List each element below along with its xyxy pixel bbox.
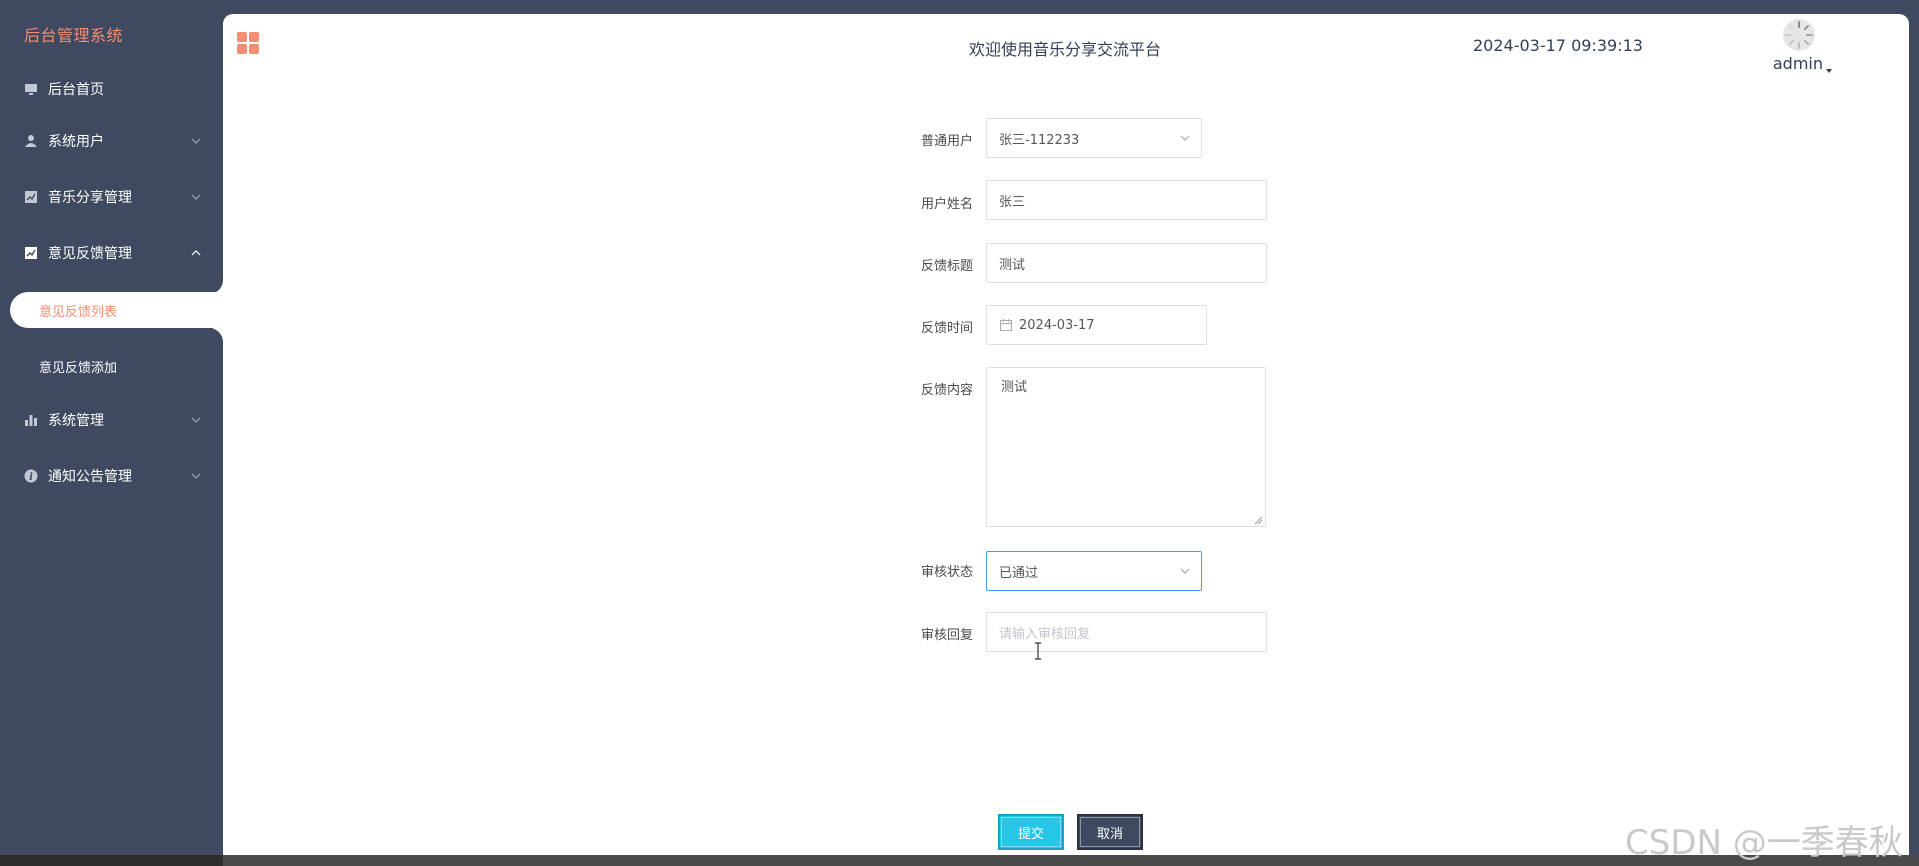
content-textarea-value: 测试 (1001, 380, 1028, 395)
sidebar-item-feedback[interactable]: 意见反馈管理 (0, 233, 223, 273)
date-picker-value: 2024-03-17 (1019, 317, 1095, 333)
avatar (1782, 18, 1816, 52)
text-cursor-icon (1033, 642, 1043, 660)
chart-icon (23, 189, 39, 205)
sidebar-item-label: 音乐分享管理 (48, 190, 132, 206)
sidebar-item-label: 系统用户 (48, 134, 104, 150)
sidebar-item-music-share[interactable]: 音乐分享管理 (0, 177, 223, 217)
chevron-down-icon (189, 413, 203, 427)
cancel-button[interactable]: 取消 (1077, 814, 1143, 850)
menu-grid-icon[interactable] (237, 32, 259, 54)
submenu-item-feedback-add[interactable]: 意见反馈添加 (0, 348, 223, 384)
chevron-down-icon (1179, 565, 1191, 577)
user-select-value: 张三-112233 (999, 132, 1080, 148)
content-textarea[interactable]: 测试 (986, 367, 1266, 527)
submenu-item-feedback-list[interactable]: 意见反馈列表 (10, 292, 223, 328)
reply-input-placeholder: 请输入审核回复 (999, 626, 1091, 642)
sidebar-item-system-users[interactable]: 系统用户 (0, 121, 223, 161)
header-datetime: 2024-03-17 09:39:13 (1473, 36, 1643, 55)
submenu-item-label: 意见反馈添加 (39, 360, 118, 376)
title-label: 反馈标题 (920, 259, 973, 274)
reply-label: 审核回复 (920, 628, 973, 643)
watermark: CSDN @一季春秋 (1625, 823, 1903, 863)
active-notch-bottom (203, 328, 223, 344)
name-input[interactable]: 张三 (986, 180, 1267, 220)
sidebar-item-label: 系统管理 (48, 413, 104, 429)
sidebar-item-label: 后台首页 (48, 82, 104, 98)
name-label: 用户姓名 (920, 197, 973, 212)
calendar-icon (999, 318, 1013, 332)
resize-grip-icon[interactable] (1253, 514, 1263, 525)
user-menu[interactable]: admin (1761, 18, 1833, 74)
username: admin (1772, 54, 1823, 73)
submit-button[interactable]: 提交 (998, 814, 1064, 850)
svg-text:i: i (29, 472, 33, 483)
footer-bar-left (0, 855, 223, 866)
title-input[interactable]: 测试 (986, 243, 1267, 283)
chevron-down-icon (189, 469, 203, 483)
bar-chart-icon (23, 412, 39, 428)
brand-title: 后台管理系统 (24, 26, 124, 45)
status-label: 审核状态 (920, 565, 973, 580)
page-title: 欢迎使用音乐分享交流平台 (969, 40, 1162, 59)
name-input-value: 张三 (999, 194, 1026, 210)
user-select[interactable]: 张三-112233 (986, 118, 1202, 158)
chart-icon (23, 245, 39, 261)
chevron-down-icon (189, 134, 203, 148)
status-select-value: 已通过 (999, 565, 1039, 581)
sidebar-item-notice[interactable]: i 通知公告管理 (0, 456, 223, 496)
chevron-down-icon (189, 190, 203, 204)
monitor-icon (23, 81, 39, 97)
sidebar-item-label: 意见反馈管理 (48, 246, 132, 262)
info-icon: i (23, 468, 39, 484)
submenu-item-label: 意见反馈列表 (39, 304, 118, 320)
sidebar-item-system-manage[interactable]: 系统管理 (0, 400, 223, 440)
time-label: 反馈时间 (920, 321, 973, 336)
reply-input[interactable]: 请输入审核回复 (986, 612, 1267, 652)
sidebar-item-label: 通知公告管理 (48, 469, 132, 485)
content-label: 反馈内容 (920, 383, 973, 398)
user-icon (23, 133, 39, 149)
caret-down-icon (1825, 60, 1833, 73)
status-select[interactable]: 已通过 (986, 551, 1202, 591)
chevron-up-icon (189, 246, 203, 260)
user-label: 普通用户 (920, 134, 973, 149)
sidebar: 后台管理系统 后台首页 系统用户 音乐分享管理 意见反馈管理 意见反馈列表 意见… (0, 0, 223, 866)
date-picker[interactable]: 2024-03-17 (986, 305, 1207, 345)
main-panel: 欢迎使用音乐分享交流平台 2024-03-17 09:39:13 admin 普… (223, 14, 1909, 856)
chevron-down-icon (1179, 132, 1191, 144)
title-input-value: 测试 (999, 257, 1026, 273)
sidebar-item-home[interactable]: 后台首页 (0, 69, 223, 109)
